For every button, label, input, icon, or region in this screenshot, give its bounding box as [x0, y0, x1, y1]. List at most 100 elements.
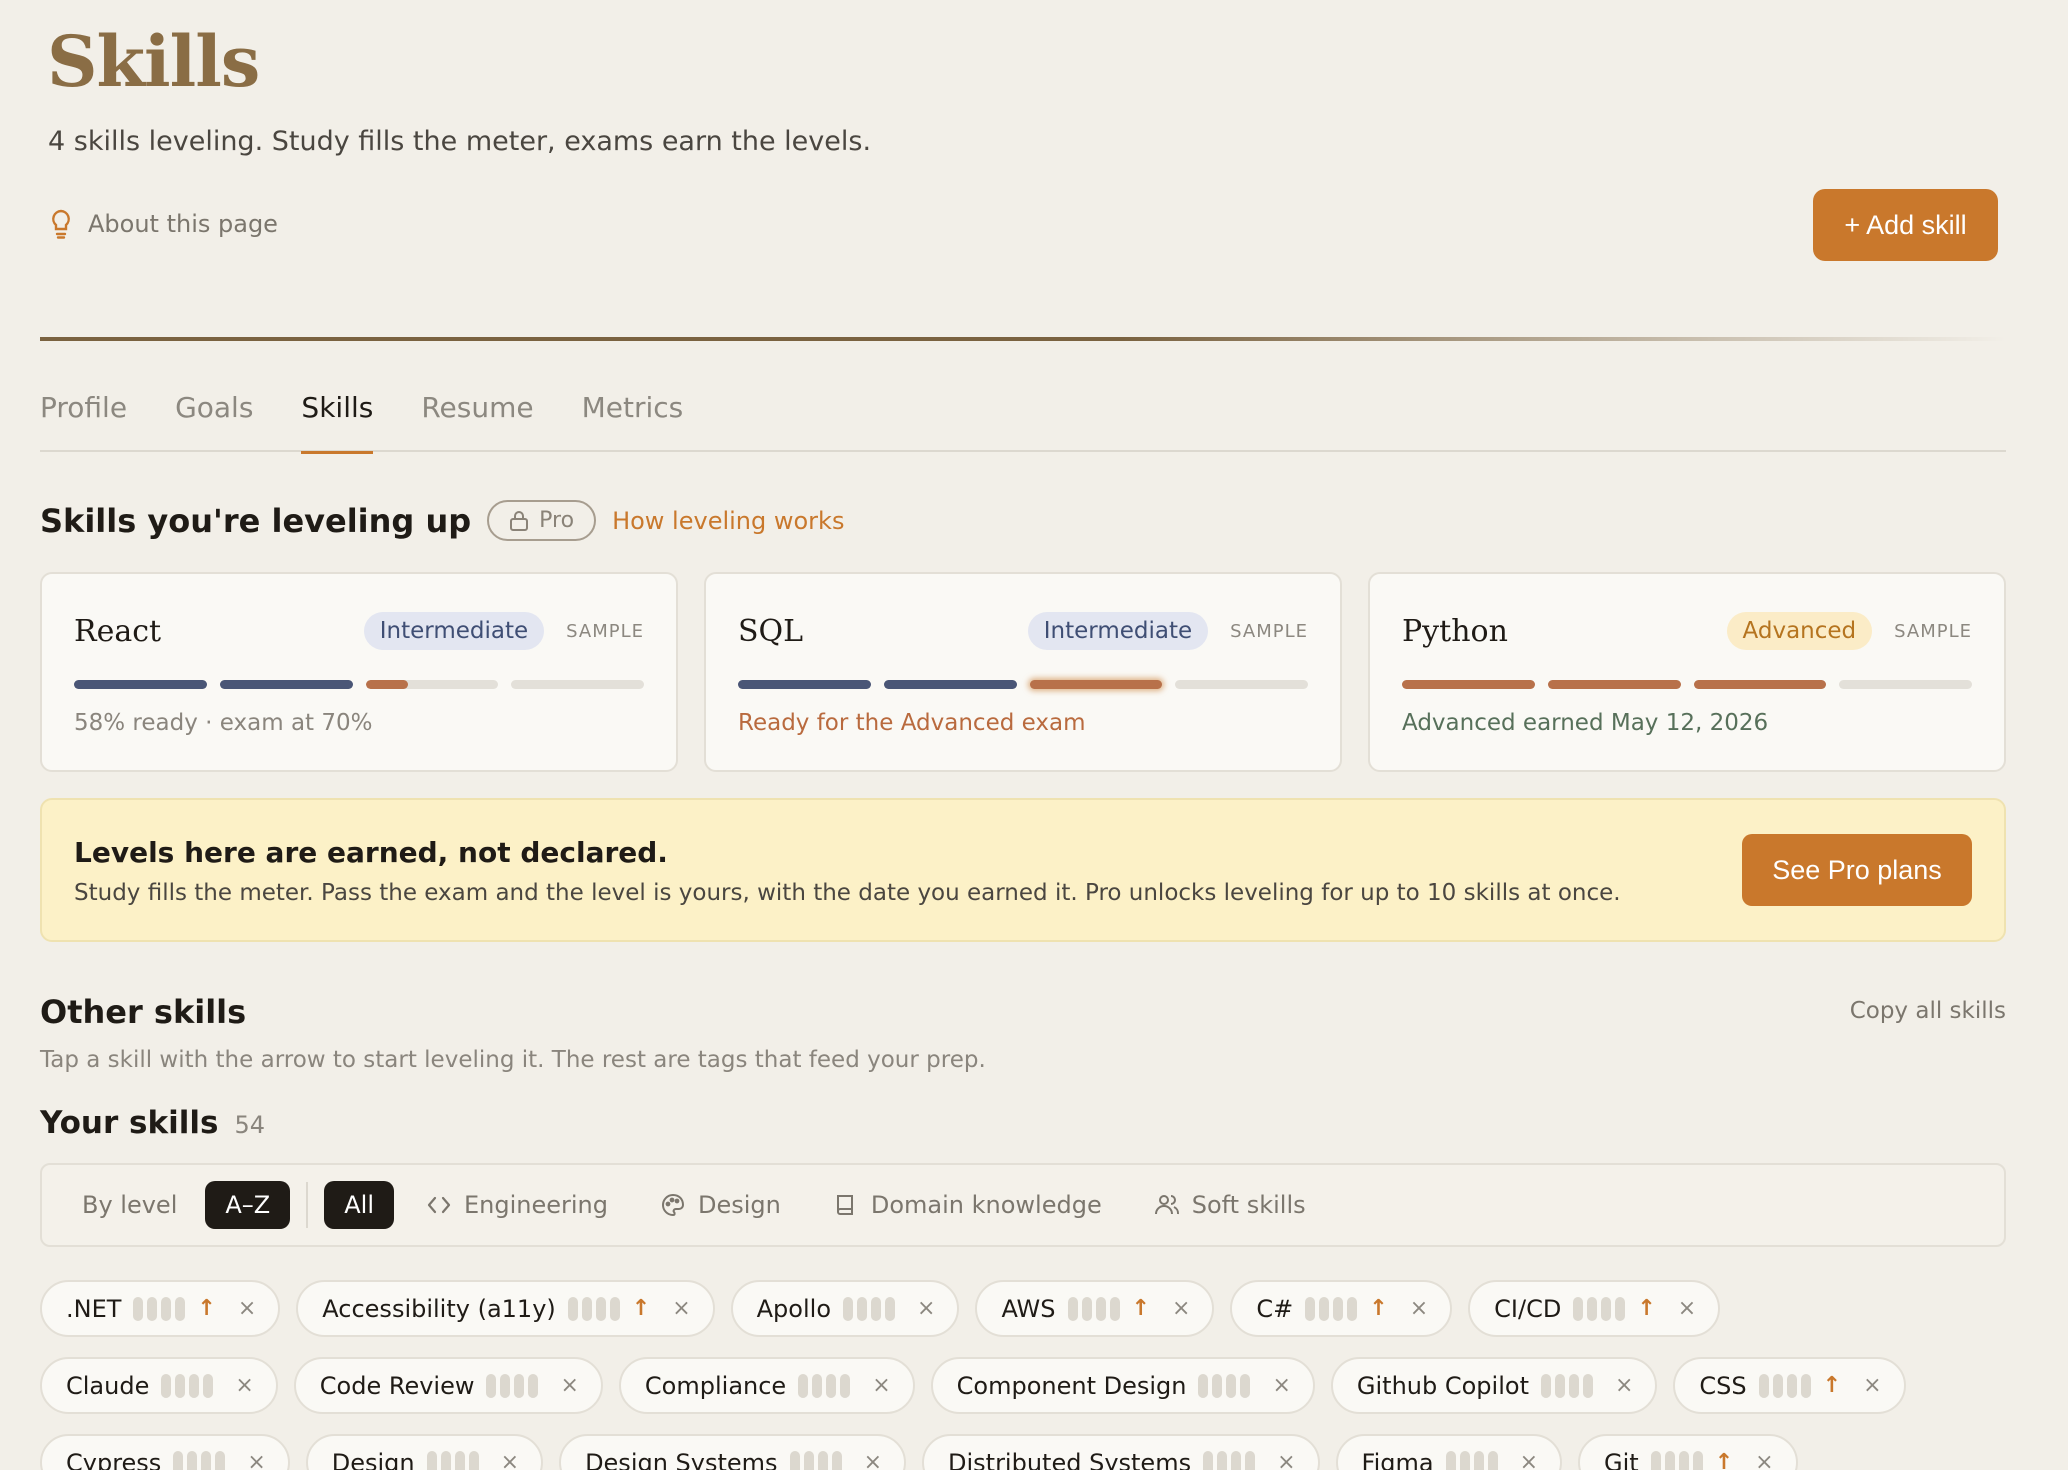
copy-all-skills-link[interactable]: Copy all skills [1850, 998, 2006, 1024]
level-up-arrow-icon[interactable]: ↑ [197, 1296, 215, 1321]
skill-chip[interactable]: C# ↑ × [1230, 1280, 1453, 1337]
skill-chip-label: Apollo [756, 1294, 831, 1323]
skill-chip[interactable]: Component Design × [930, 1357, 1315, 1414]
tab-profile[interactable]: Profile [40, 386, 127, 452]
skill-card-sql[interactable]: SQL Intermediate SAMPLE Ready for the Ad… [704, 572, 1342, 772]
book-icon [836, 1195, 853, 1215]
level-meter [74, 680, 644, 689]
leveling-title: Skills you're leveling up [40, 501, 472, 540]
level-dots [133, 1296, 186, 1321]
skill-chip-label: CSS [1699, 1371, 1747, 1400]
skill-chip[interactable]: AWS ↑ × [975, 1280, 1215, 1337]
skill-chip-label: Cypress [66, 1448, 162, 1470]
level-dots [1305, 1296, 1358, 1321]
remove-icon[interactable]: × [1755, 1450, 1773, 1470]
level-dots [1445, 1450, 1498, 1470]
remove-icon[interactable]: × [501, 1450, 519, 1470]
banner-text: Study fills the meter. Pass the exam and… [74, 880, 1621, 906]
remove-icon[interactable]: × [1520, 1450, 1538, 1470]
how-leveling-works-link[interactable]: How leveling works [612, 507, 844, 535]
remove-icon[interactable]: × [1615, 1373, 1633, 1398]
remove-icon[interactable]: × [1410, 1296, 1428, 1321]
level-up-arrow-icon[interactable]: ↑ [1132, 1296, 1150, 1321]
skill-chip[interactable]: Figma × [1335, 1434, 1563, 1470]
skill-chip[interactable]: Git ↑ × [1578, 1434, 1798, 1470]
skill-chip[interactable]: Compliance × [618, 1357, 915, 1414]
chip-row: Cypress × Design × Design Systems × Distrib… [40, 1434, 2006, 1470]
remove-icon[interactable]: × [235, 1373, 253, 1398]
level-up-arrow-icon[interactable]: ↑ [1715, 1450, 1733, 1470]
remove-icon[interactable]: × [917, 1296, 935, 1321]
tab-resume[interactable]: Resume [421, 386, 533, 452]
remove-icon[interactable]: × [1172, 1296, 1190, 1321]
skill-chip[interactable]: .NET ↑ × [40, 1280, 281, 1337]
sort-az[interactable]: A–Z [205, 1181, 291, 1229]
skill-chip[interactable]: Apollo × [730, 1280, 960, 1337]
remove-icon[interactable]: × [238, 1296, 256, 1321]
filter-domain-knowledge[interactable]: Domain knowledge [833, 1191, 1102, 1219]
skill-card-react[interactable]: React Intermediate SAMPLE 58% ready · ex… [40, 572, 678, 772]
skill-chip-label: C# [1256, 1294, 1294, 1323]
skill-chip[interactable]: Design × [305, 1434, 544, 1470]
add-skill-button[interactable]: + Add skill [1813, 189, 1998, 261]
skill-chip[interactable]: Claude × [40, 1357, 278, 1414]
pro-banner: Levels here are earned, not declared. St… [40, 798, 2006, 942]
other-skills-title: Other skills [40, 993, 247, 1031]
skill-card-python[interactable]: Python Advanced SAMPLE Advanced earned M… [1368, 572, 2006, 772]
meter-segment [1547, 680, 1681, 689]
your-skills-title: Your skills [40, 1105, 219, 1141]
remove-icon[interactable]: × [672, 1296, 690, 1321]
level-badge: Advanced [1726, 612, 1873, 650]
tab-skills[interactable]: Skills [301, 386, 373, 454]
remove-icon[interactable]: × [1272, 1373, 1290, 1398]
your-skills-count: 54 [234, 1111, 265, 1139]
level-dots [567, 1296, 620, 1321]
code-icon [427, 1196, 451, 1214]
filter-soft-skills[interactable]: Soft skills [1154, 1191, 1306, 1219]
filter-engineering[interactable]: Engineering [426, 1191, 608, 1219]
skill-chip[interactable]: Code Review × [293, 1357, 603, 1414]
meter-segment [738, 680, 871, 689]
lightbulb-icon [52, 209, 70, 239]
tab-goals[interactable]: Goals [175, 386, 253, 452]
level-up-arrow-icon[interactable]: ↑ [1637, 1296, 1655, 1321]
level-up-arrow-icon[interactable]: ↑ [1823, 1373, 1841, 1398]
see-pro-plans-button[interactable]: See Pro plans [1742, 834, 1972, 906]
filter-all[interactable]: All [324, 1181, 394, 1229]
meter-progress-fill [365, 680, 408, 689]
skill-chip-label: CI/CD [1494, 1294, 1562, 1323]
remove-icon[interactable]: × [1678, 1296, 1696, 1321]
level-dots [1067, 1296, 1120, 1321]
skill-chip-label: .NET [66, 1294, 122, 1323]
skill-chip[interactable]: CI/CD ↑ × [1468, 1280, 1721, 1337]
skill-card-badges: Intermediate SAMPLE [363, 612, 644, 650]
remove-icon[interactable]: × [872, 1373, 890, 1398]
lock-icon [510, 510, 529, 531]
remove-icon[interactable]: × [560, 1373, 578, 1398]
skill-card-badges: Advanced SAMPLE [1726, 612, 1972, 650]
level-meter [1402, 680, 1972, 689]
sort-by-level[interactable]: By level [82, 1191, 177, 1219]
remove-icon[interactable]: × [1277, 1450, 1295, 1470]
filter-design[interactable]: Design [660, 1191, 781, 1219]
skill-chip[interactable]: Distributed Systems × [922, 1434, 1320, 1470]
skill-chip[interactable]: CSS ↑ × [1673, 1357, 1906, 1414]
about-page-link[interactable]: About this page [48, 208, 278, 240]
level-dots [798, 1373, 851, 1398]
tab-metrics[interactable]: Metrics [582, 386, 684, 452]
page-subtitle: 4 skills leveling. Study fills the meter… [48, 126, 872, 157]
skill-chip[interactable]: Github Copilot × [1330, 1357, 1658, 1414]
skill-chip[interactable]: Design Systems × [559, 1434, 906, 1470]
users-icon [1154, 1195, 1179, 1215]
level-up-arrow-icon[interactable]: ↑ [1369, 1296, 1387, 1321]
skill-chip-label: Compliance [644, 1371, 787, 1400]
skill-chip[interactable]: Accessibility (a11y) ↑ × [296, 1280, 715, 1337]
filter-soft-label: Soft skills [1191, 1191, 1306, 1219]
remove-icon[interactable]: × [864, 1450, 882, 1470]
banner-title: Levels here are earned, not declared. [74, 836, 668, 869]
skill-card-name: SQL [738, 614, 804, 649]
remove-icon[interactable]: × [247, 1450, 265, 1470]
skill-chip[interactable]: Cypress × [40, 1434, 290, 1470]
level-up-arrow-icon[interactable]: ↑ [632, 1296, 650, 1321]
remove-icon[interactable]: × [1863, 1373, 1881, 1398]
